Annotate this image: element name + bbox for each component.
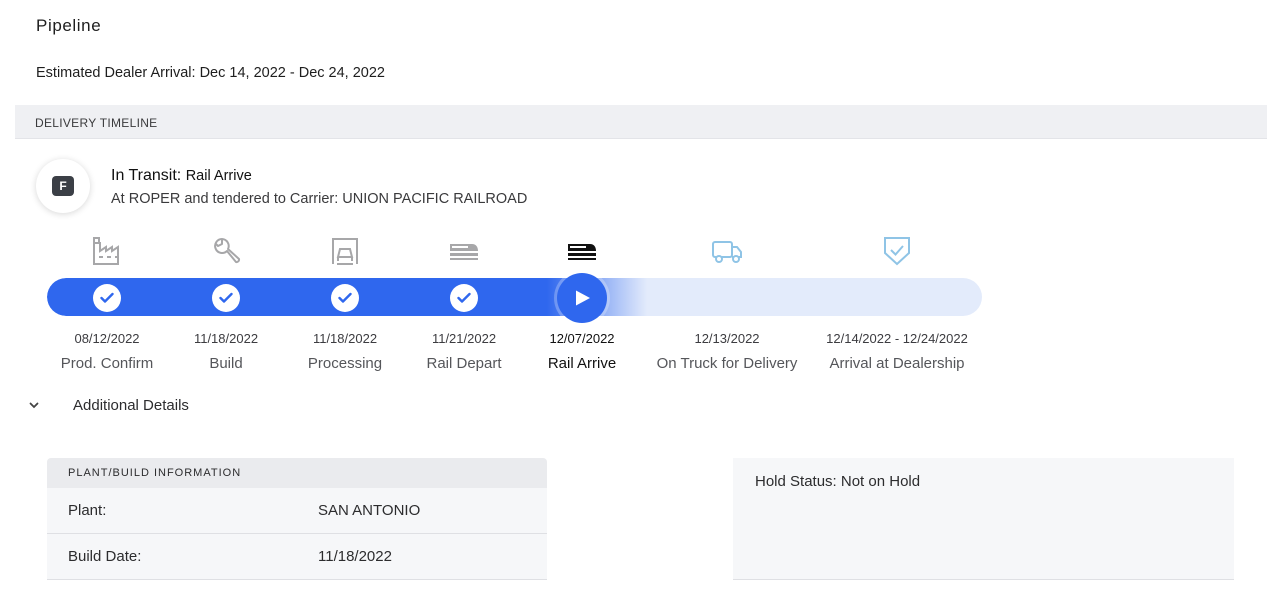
chevron-down-icon — [29, 400, 51, 412]
plant-build-panel: PLANT/BUILD INFORMATION Plant: SAN ANTON… — [47, 458, 547, 580]
stage-current-play-icon — [557, 273, 607, 323]
build-date-row: Build Date: 11/18/2022 — [47, 534, 547, 580]
page-title: Pipeline — [36, 16, 102, 35]
brand-badge: F — [52, 176, 74, 196]
plant-build-heading: PLANT/BUILD INFORMATION — [47, 458, 547, 488]
plant-label: Plant: — [68, 502, 107, 519]
plant-row: Plant: SAN ANTONIO — [47, 488, 547, 534]
train-icon — [447, 234, 481, 268]
stage-complete-check-icon — [450, 284, 478, 312]
stage-name: On Truck for Delivery — [656, 355, 798, 372]
stage-name: Build — [209, 355, 243, 372]
build-date-label: Build Date: — [68, 548, 142, 565]
delivery-timeline-header: DELIVERY TIMELINE — [15, 105, 1267, 139]
stage-name: Prod. Confirm — [60, 355, 154, 372]
stage-complete-check-icon — [212, 284, 240, 312]
stage-name: Arrival at Dealership — [829, 355, 965, 372]
transit-status: In Transit: Rail Arrive — [111, 167, 252, 185]
factory-icon — [90, 234, 124, 268]
hold-status-text: Hold Status: Not on Hold — [755, 473, 921, 490]
transit-status-detail: At ROPER and tendered to Carrier: UNION … — [111, 191, 528, 207]
stage-name: Rail Depart — [426, 355, 502, 372]
wrench-icon — [209, 234, 243, 268]
train-icon — [565, 234, 599, 268]
stage-complete-check-icon — [331, 284, 359, 312]
timeline-progress-track — [47, 278, 982, 316]
build-date-value: 11/18/2022 — [318, 548, 392, 565]
stage-date: 11/18/2022 — [193, 331, 259, 346]
stage-date: 11/18/2022 — [312, 331, 378, 346]
shield-check-icon — [880, 234, 914, 268]
additional-details-label: Additional Details — [73, 397, 189, 414]
estimated-dealer-arrival: Estimated Dealer Arrival: Dec 14, 2022 -… — [36, 65, 385, 81]
stage-date-current: 12/07/2022 — [549, 331, 615, 346]
stage-complete-check-icon — [93, 284, 121, 312]
hold-status-panel: Hold Status: Not on Hold — [733, 458, 1234, 580]
brand-avatar: F — [36, 159, 90, 213]
stage-name: Processing — [307, 355, 383, 372]
stage-date: 12/13/2022 — [694, 331, 760, 346]
car-processing-icon — [328, 234, 362, 268]
stage-date: 08/12/2022 — [74, 331, 140, 346]
stage-name-current: Rail Arrive — [547, 355, 617, 372]
truck-icon — [710, 234, 744, 268]
stage-date: 12/14/2022 - 12/24/2022 — [826, 331, 968, 346]
additional-details-toggle[interactable]: Additional Details — [29, 397, 189, 414]
transit-status-phase: Rail Arrive — [185, 168, 252, 184]
delivery-timeline-card: DELIVERY TIMELINE F In Transit: Rail Arr… — [15, 105, 1267, 612]
transit-status-prefix: In Transit: — [111, 167, 182, 184]
stage-date: 11/21/2022 — [431, 331, 497, 346]
plant-value: SAN ANTONIO — [318, 502, 421, 519]
